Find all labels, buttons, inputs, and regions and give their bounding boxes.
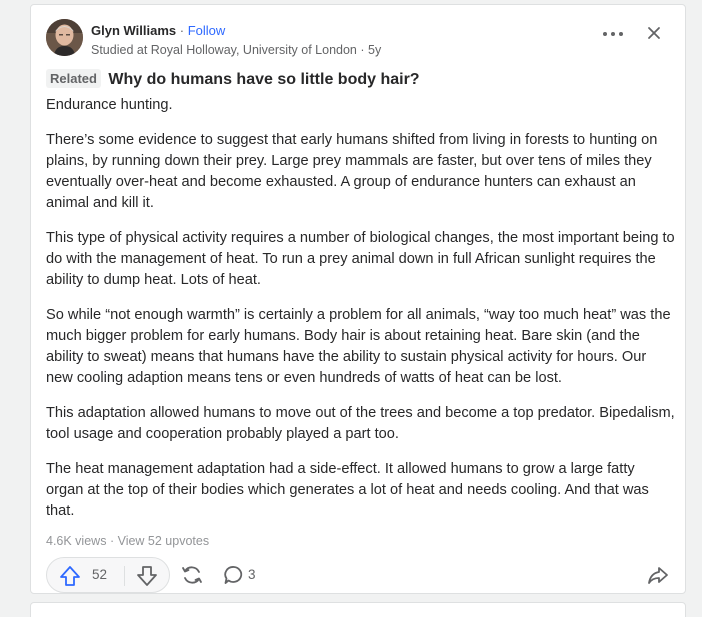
share-button[interactable] — [180, 563, 204, 587]
vote-divider — [124, 566, 125, 586]
credential-separator: · — [360, 43, 365, 57]
answer-stats: 4.6K views · View 52 upvotes — [46, 533, 209, 550]
downvote-button[interactable] — [127, 558, 167, 592]
answer-card: Glyn Williams · Follow Studied at Royal … — [30, 4, 686, 594]
follow-link[interactable]: Follow — [188, 23, 226, 38]
comment-button[interactable]: 3 — [222, 563, 272, 587]
comment-count: 3 — [248, 567, 256, 582]
view-upvotes-link[interactable]: View 52 upvotes — [118, 534, 210, 548]
related-tag: Related — [46, 69, 101, 88]
close-icon[interactable] — [644, 23, 664, 43]
action-bar: 52 3 — [46, 557, 670, 593]
share-icon — [182, 566, 202, 584]
author-name-line: Glyn Williams · Follow — [91, 22, 225, 40]
vote-pill: 52 — [46, 557, 170, 593]
comment-icon — [224, 566, 243, 584]
question-title[interactable]: Why do humans have so little body hair? — [108, 71, 419, 88]
upvote-button[interactable]: 52 — [47, 558, 125, 592]
name-separator: · — [179, 23, 185, 38]
forward-button[interactable] — [646, 563, 670, 587]
answer-paragraph: There’s some evidence to suggest that ea… — [46, 132, 658, 211]
downvote-arrow-icon — [137, 566, 157, 586]
view-count: 4.6K views — [46, 534, 107, 548]
next-card — [30, 602, 686, 617]
forward-icon — [648, 567, 668, 584]
related-question: Related Why do humans have so little bod… — [46, 69, 670, 91]
answer-paragraph: So while “not enough warmth” is certainl… — [46, 307, 671, 386]
answer-body: Endurance hunting. There’s some evidence… — [46, 95, 676, 536]
answer-paragraph: Endurance hunting. — [46, 97, 173, 113]
author-name[interactable]: Glyn Williams — [91, 23, 176, 38]
author-credential-line: Studied at Royal Holloway, University of… — [91, 42, 381, 59]
upvote-arrow-icon — [60, 566, 80, 586]
more-options-icon[interactable] — [601, 23, 625, 43]
answer-paragraph: This type of physical activity requires … — [46, 230, 675, 288]
upvote-count: 52 — [92, 567, 108, 582]
answer-age[interactable]: 5y — [368, 43, 381, 57]
answer-paragraph: This adaptation allowed humans to move o… — [46, 405, 675, 442]
stats-separator: · — [109, 534, 115, 548]
author-credential[interactable]: Studied at Royal Holloway, University of… — [91, 43, 357, 57]
author-avatar[interactable] — [46, 19, 83, 56]
answer-header: Glyn Williams · Follow Studied at Royal … — [46, 19, 670, 63]
answer-paragraph: The heat management adaptation had a sid… — [46, 461, 649, 519]
